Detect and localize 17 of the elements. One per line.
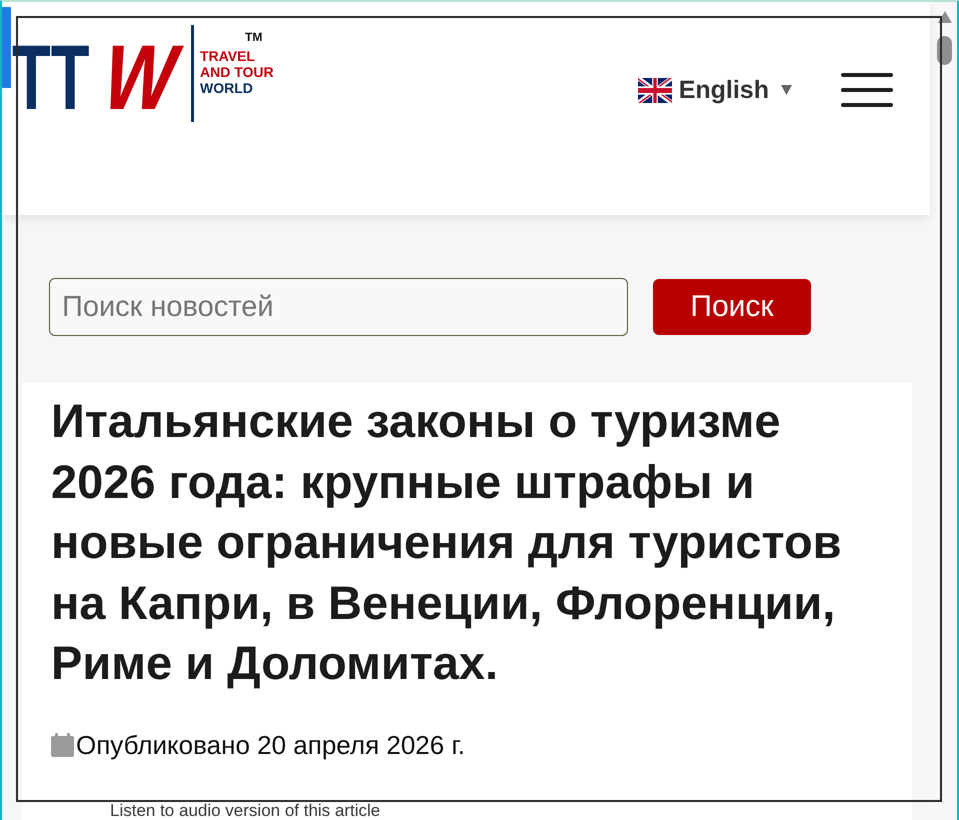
article-title: Итальянские законы о туризме 2026 года: крупные штрафы и новые ограничения для туристов на Капри, в Венеции, Флоренции, Риме и Доломитах. (51, 393, 843, 691)
logo-accent-letter: W (92, 26, 189, 130)
publish-date: Опубликовано 20 апреля 2026 г. (76, 730, 465, 760)
trademark-sign: TM (245, 30, 264, 44)
scroll-up-arrow-icon[interactable] (938, 11, 952, 23)
calendar-icon (51, 732, 74, 756)
audio-version-text: Listen to audio version of this article (109, 802, 380, 818)
logo-tagline: AND TOUR (200, 64, 274, 80)
language-selector[interactable]: English (638, 75, 792, 105)
caret-icon (781, 85, 792, 95)
uk-flag-icon (638, 78, 672, 102)
logo-tagline: TRAVEL (200, 48, 256, 64)
menu-button[interactable] (841, 73, 893, 107)
search-button[interactable]: Поиск (653, 279, 811, 335)
logo-tagline: WORLD (200, 80, 254, 96)
menu-icon (841, 73, 893, 107)
search-field[interactable]: Поиск новостей (49, 278, 628, 336)
